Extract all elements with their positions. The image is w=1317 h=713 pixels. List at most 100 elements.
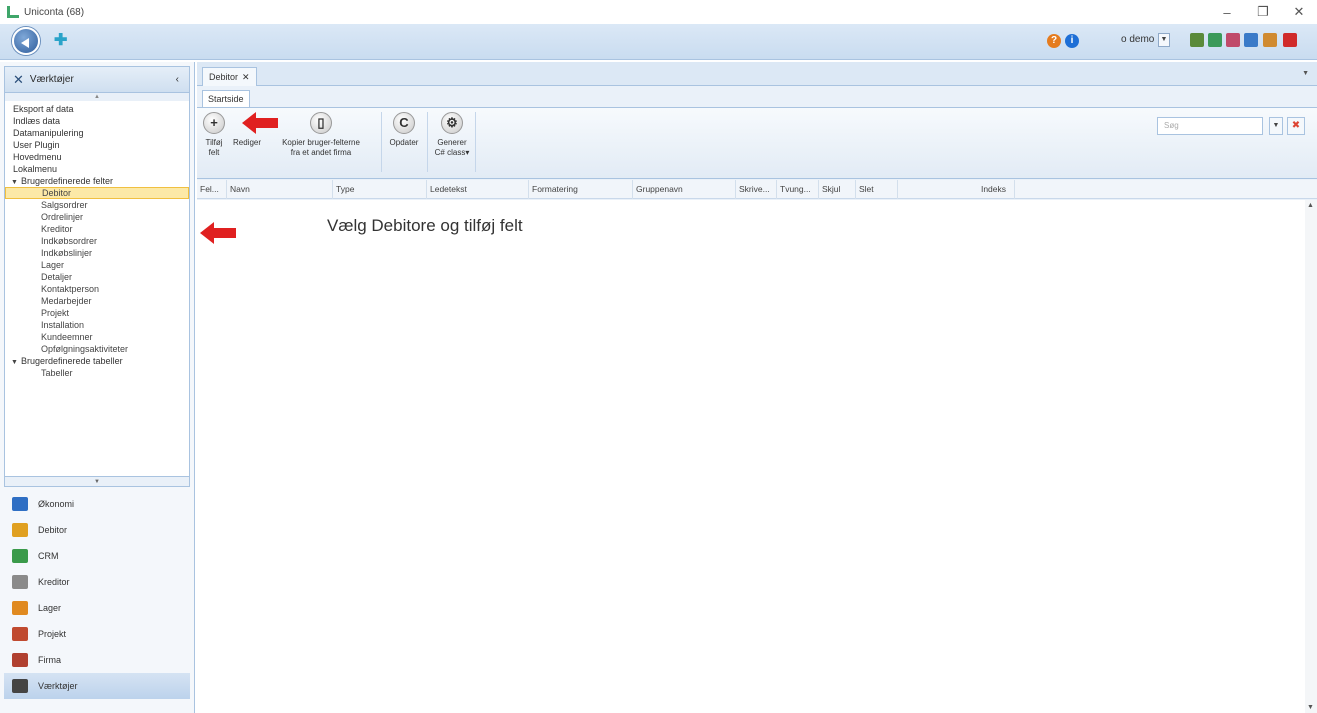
tree-item[interactable]: Installation [5,319,189,331]
tree-item[interactable]: Indkøbsordrer [5,235,189,247]
close-tab-icon[interactable]: ✕ [242,72,250,82]
column-header[interactable]: Skrive... [736,180,777,199]
tree-item-label: Indkøbslinjer [41,248,93,258]
tree-item-label: Medarbejder [41,296,92,306]
column-header[interactable]: Gruppenavn [633,180,736,199]
close-button[interactable]: ✕ [1281,0,1317,24]
column-header[interactable]: Indeks [898,180,1015,199]
tree-item[interactable]: Tabeller [5,367,189,379]
top-toolbar: ✚ ? i o demo ▼ [0,24,1317,60]
tree-item[interactable]: Opfølgningsaktiviteter [5,343,189,355]
search-dropdown-icon[interactable]: ▼ [1269,117,1283,135]
tree-item-label: Hovedmenu [13,152,62,162]
vertical-scrollbar[interactable]: ▲ ▼ [1305,200,1317,713]
column-header[interactable]: Ledetekst [427,180,529,199]
ribbon-tab-startside[interactable]: Startside [202,90,250,107]
module-projekt[interactable]: Projekt [0,621,194,647]
module-crm[interactable]: CRM [0,543,194,569]
column-header[interactable]: Tvung... [777,180,819,199]
tabs-dropdown-icon[interactable]: ▼ [1302,70,1309,77]
user-company-select[interactable]: o demo [1121,34,1154,45]
tree-scroll-up[interactable]: ▲ [4,93,190,101]
column-header[interactable]: Formatering [529,180,633,199]
tree-item[interactable]: Kontaktperson [5,283,189,295]
red-arrow-annotation-icon [242,112,278,134]
tree-item[interactable]: Projekt [5,307,189,319]
red-arrow-annotation-icon [200,222,236,244]
tree-item[interactable]: Debitor [5,187,189,199]
tree-item-label: Lager [41,260,65,270]
tree-item[interactable]: Eksport af data [5,103,189,115]
tree-group[interactable]: ▼ Brugerdefinerede tabeller [5,355,189,367]
back-arrow-icon[interactable] [12,27,40,55]
scroll-down-icon[interactable]: ▼ [1307,704,1314,711]
ribbon: + Tilføj felt ✎ Rediger ▯ Kopier bruger-… [197,107,1317,179]
info-icon[interactable]: i [1065,34,1079,48]
module-icon [12,497,28,511]
tree-item-label: Indlæs data [13,116,61,126]
tree-item[interactable]: Salgsordrer [5,199,189,211]
tree-item[interactable]: Ordrelinjer [5,211,189,223]
column-header[interactable]: Slet [856,180,898,199]
grid-header: Fel... Navn Type Ledetekst Formatering Gruppe… [197,180,1317,199]
help-icon[interactable]: ? [1047,34,1061,48]
tree-scroll-down[interactable]: ▼ [4,477,190,487]
copy-fields-button[interactable]: ▯ Kopier bruger-felterne fra et andet fi… [265,112,377,158]
uniconta-logo-icon [6,5,20,19]
tree-item[interactable]: Kundeemner [5,331,189,343]
tree-item-label: Salgsordrer [41,200,88,210]
collapse-chevron-icon[interactable]: ‹ [176,74,179,85]
clear-filter-icon[interactable]: ✖ [1287,117,1305,135]
module-label: Firma [38,655,61,665]
column-header[interactable]: Fel... [197,180,227,199]
module-værktøjer[interactable]: Værktøjer [4,673,190,699]
excel-icon[interactable] [1208,33,1222,47]
module-icon [12,523,28,537]
tree-item[interactable]: Indlæs data [5,115,189,127]
refresh-button[interactable]: C Opdater [385,112,423,148]
module-lager[interactable]: Lager [0,595,194,621]
column-header[interactable]: Skjul [819,180,856,199]
tree-item[interactable]: Datamanipulering [5,127,189,139]
tree-item[interactable]: Indkøbslinjer [5,247,189,259]
module-kreditor[interactable]: Kreditor [0,569,194,595]
company-icon[interactable] [1190,33,1204,47]
tree-item[interactable]: Hovedmenu [5,151,189,163]
maximize-button[interactable]: ❐ [1245,0,1281,24]
copy-icon[interactable] [1244,33,1258,47]
tree-item[interactable]: Medarbejder [5,295,189,307]
grid-body[interactable]: Vælg Debitore og tilføj felt [197,200,1305,713]
tree-group[interactable]: ▼ Brugerdefinerede felter [5,175,189,187]
user-icon[interactable] [1263,33,1277,47]
tree-item[interactable]: User Plugin [5,139,189,151]
module-økonomi[interactable]: Økonomi [0,491,194,517]
module-debitor[interactable]: Debitor [0,517,194,543]
tree-item[interactable]: Lager [5,259,189,271]
add-plus-icon[interactable]: ✚ [54,33,67,49]
tree-item[interactable]: Kreditor [5,223,189,235]
tree-item-label: Eksport af data [13,104,74,114]
add-field-button[interactable]: + Tilføj felt [202,112,226,158]
minimize-button[interactable]: – [1209,0,1245,24]
module-list: Økonomi Debitor CRM Kreditor Lager Projekt Fir… [0,491,194,699]
sidebar-header[interactable]: ✕ Værktøjer ‹ [4,66,190,93]
column-header[interactable]: Type [333,180,427,199]
close-app-icon[interactable] [1283,33,1297,47]
tab-debitor[interactable]: Debitor ✕ [202,67,257,86]
chevron-down-icon[interactable]: ▼ [1158,33,1170,47]
tree-item-label: Debitor [42,188,72,198]
module-label: Værktøjer [38,681,78,691]
generate-class-button[interactable]: ⚙ Generer C# class▾ [433,112,471,158]
pdf-icon[interactable] [1226,33,1240,47]
module-firma[interactable]: Firma [0,647,194,673]
tree-item-label: Kreditor [41,224,73,234]
tree-item[interactable]: Detaljer [5,271,189,283]
tree-item[interactable]: Lokalmenu [5,163,189,175]
module-label: CRM [38,551,59,561]
column-header[interactable]: Navn [227,180,333,199]
scroll-up-icon[interactable]: ▲ [1307,202,1314,209]
tree-item-label: Indkøbsordrer [41,236,98,246]
tree-item-label: Projekt [41,308,70,318]
search-input[interactable]: Søg [1157,117,1263,135]
module-icon [12,679,28,693]
